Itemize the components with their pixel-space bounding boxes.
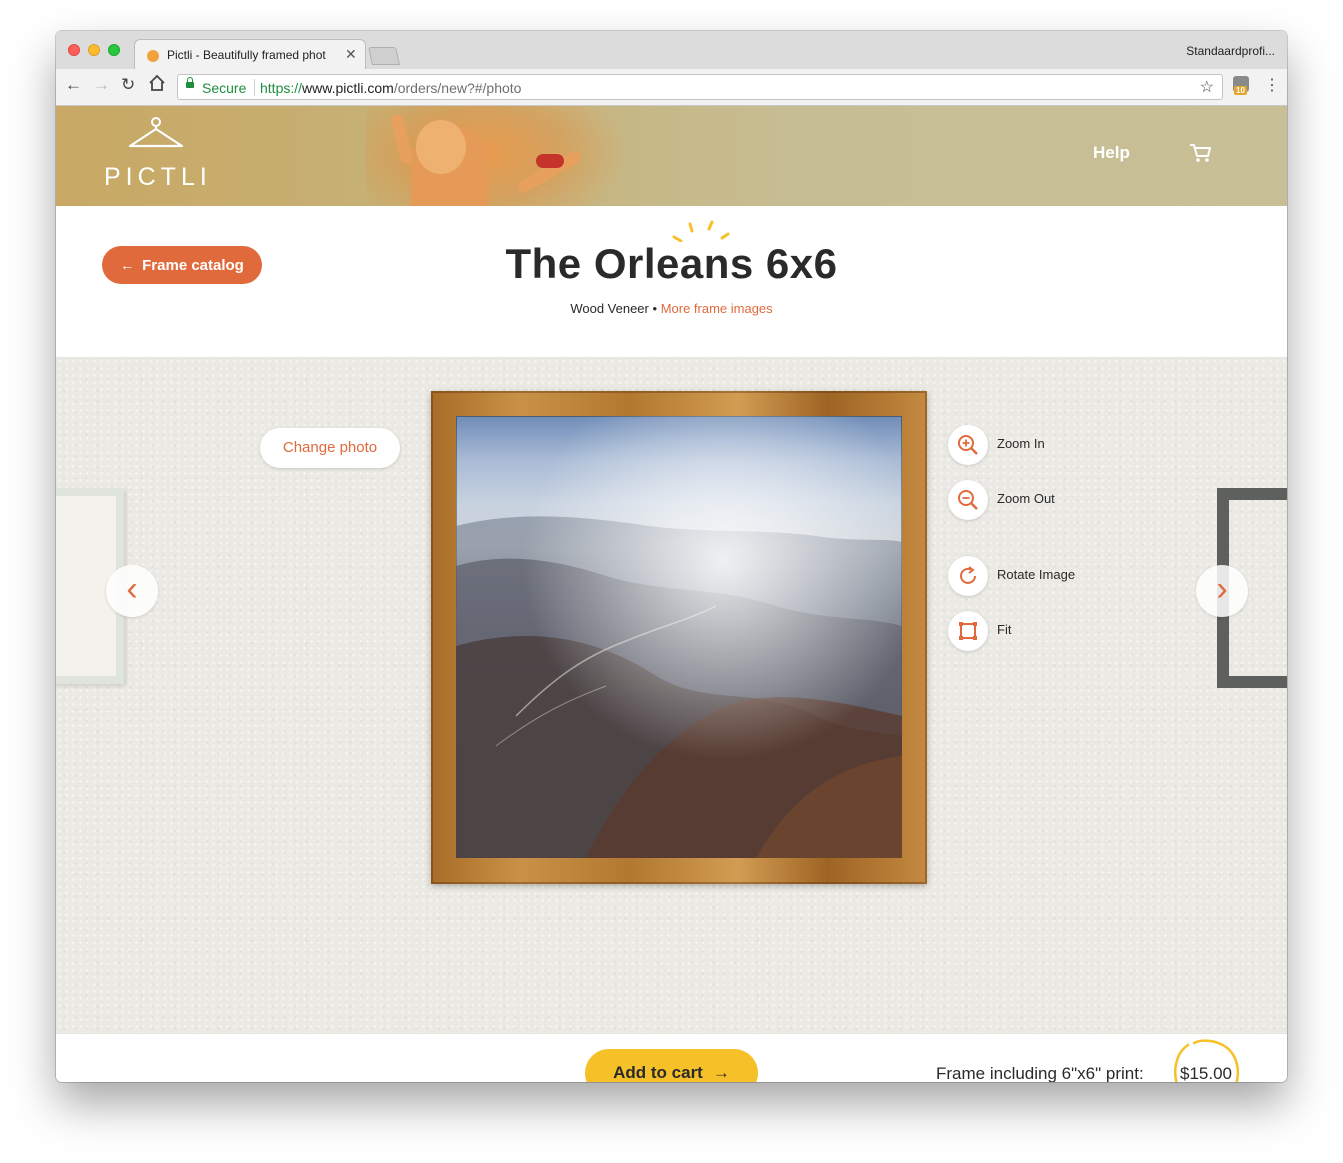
zoom-in-icon[interactable] xyxy=(948,425,988,465)
more-frame-images-link[interactable]: More frame images xyxy=(661,301,773,316)
url-scheme: https:// xyxy=(260,80,303,96)
site-header: PICTLI Help xyxy=(56,106,1287,206)
zoom-in-tool[interactable]: Zoom In xyxy=(948,425,1148,465)
frame-preview-area: ‹ › Change photo Zoom In Zoom Out Rotate… xyxy=(56,358,1287,1033)
tab-title: Pictli - Beautifully framed phot xyxy=(167,48,326,62)
zoom-out-icon[interactable] xyxy=(948,480,988,520)
sparkle-icon xyxy=(672,220,730,242)
close-window-button[interactable] xyxy=(68,44,80,56)
next-frame-button[interactable]: › xyxy=(1196,565,1248,617)
price-value: $15.00 xyxy=(1180,1064,1232,1082)
arrow-right-icon: → xyxy=(712,1063,730,1082)
address-bar[interactable]: Secure https://www.pictli.com/orders/new… xyxy=(177,74,1223,100)
hanger-logo-icon[interactable] xyxy=(126,116,186,152)
hero-image-toy-plane xyxy=(536,154,564,168)
change-photo-button[interactable]: Change photo xyxy=(260,428,400,468)
fit-icon[interactable] xyxy=(948,611,988,651)
previous-frame-button[interactable]: ‹ xyxy=(106,565,158,617)
extension-badge: 10 xyxy=(1234,86,1247,95)
favicon-icon xyxy=(147,50,159,62)
wood-frame xyxy=(431,391,927,884)
zoom-in-label: Zoom In xyxy=(997,436,1045,451)
secure-label: Secure xyxy=(202,80,247,96)
fit-label: Fit xyxy=(997,622,1012,637)
page-title: The Orleans 6x6 xyxy=(505,240,838,287)
rotate-label: Rotate Image xyxy=(997,567,1076,582)
framed-photo[interactable] xyxy=(456,416,902,858)
site-logo[interactable]: PICTLI xyxy=(104,163,212,192)
forward-arrow-icon[interactable]: → xyxy=(93,75,110,95)
browser-tab[interactable]: Pictli - Beautifully framed phot ✕ xyxy=(134,39,366,69)
kebab-menu-icon[interactable]: ⋮ xyxy=(1264,75,1280,95)
browser-toolbar: ← → ↻ Secure https://www.pictli.com/orde… xyxy=(56,69,1287,106)
bookmark-star-icon[interactable]: ☆ xyxy=(1200,77,1214,97)
minimize-window-button[interactable] xyxy=(88,44,100,56)
help-link[interactable]: Help xyxy=(1093,143,1130,163)
title-band: ← Frame catalog The Orleans 6x6 Wood Ven… xyxy=(56,206,1287,358)
add-to-cart-button[interactable]: Add to cart → xyxy=(585,1049,758,1082)
frame-material: Wood Veneer xyxy=(570,301,649,316)
tab-bar: Pictli - Beautifully framed phot ✕ Stand… xyxy=(56,31,1287,69)
frame-subtitle: Wood Veneer • More frame images xyxy=(56,301,1287,316)
omnibox-separator xyxy=(254,79,255,96)
url-path: /orders/new?#/photo xyxy=(393,80,522,96)
rotate-tool[interactable]: Rotate Image xyxy=(948,556,1148,596)
rotate-icon[interactable] xyxy=(948,556,988,596)
reload-icon[interactable]: ↻ xyxy=(121,75,135,95)
add-to-cart-label: Add to cart xyxy=(613,1063,703,1082)
zoom-out-label: Zoom Out xyxy=(997,491,1055,506)
lock-icon xyxy=(186,77,194,88)
tab-close-icon[interactable]: ✕ xyxy=(345,46,357,63)
zoom-out-tool[interactable]: Zoom Out xyxy=(948,480,1148,520)
subtitle-separator: • xyxy=(652,301,658,316)
fit-tool[interactable]: Fit xyxy=(948,611,1148,651)
back-arrow-icon[interactable]: ← xyxy=(65,75,82,95)
maximize-window-button[interactable] xyxy=(108,44,120,56)
cart-icon[interactable] xyxy=(1189,143,1211,163)
aerial-landscape-image xyxy=(456,416,902,858)
home-icon[interactable] xyxy=(148,74,166,97)
profile-name[interactable]: Standaardprofi... xyxy=(1186,44,1275,58)
url-host: www.pictli.com xyxy=(302,80,394,96)
new-tab-button[interactable] xyxy=(368,47,400,65)
price-label: Frame including 6"x6" print: xyxy=(936,1064,1144,1082)
url-text: https://www.pictli.com/orders/new?#/phot… xyxy=(260,80,521,96)
browser-window: Pictli - Beautifully framed phot ✕ Stand… xyxy=(56,31,1287,1082)
order-footer: Add to cart → Frame including 6"x6" prin… xyxy=(56,1033,1287,1082)
hero-image-head xyxy=(416,120,466,174)
